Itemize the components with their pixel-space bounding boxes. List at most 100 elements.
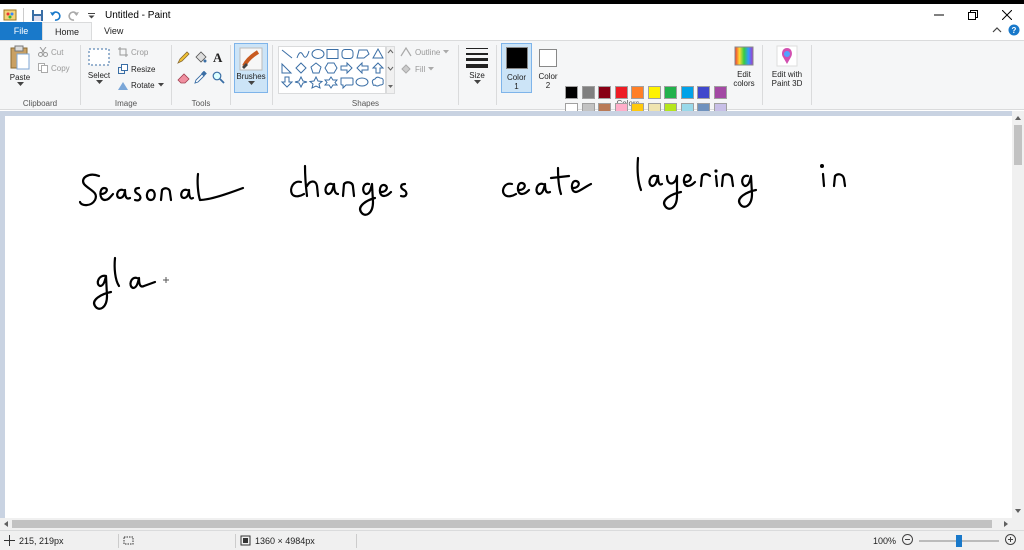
vertical-scrollbar-thumb[interactable] [1014, 125, 1022, 165]
eraser-icon[interactable] [177, 71, 190, 86]
size-label: Size [469, 71, 485, 80]
color2-label: Color [538, 72, 558, 81]
collapse-ribbon-icon[interactable] [992, 25, 1002, 37]
zoom-slider-thumb[interactable] [956, 534, 962, 547]
color1-label: Color [506, 73, 527, 82]
shapes-gallery[interactable] [278, 46, 386, 94]
vertical-scrollbar[interactable] [1012, 111, 1024, 518]
palette-color-swatch[interactable] [647, 86, 661, 99]
cut-button[interactable]: Cut [38, 47, 63, 57]
selection-size-icon [123, 536, 134, 545]
outline-button[interactable]: Outline [400, 47, 450, 57]
crosshair-icon [4, 535, 15, 546]
brushes-button[interactable]: Brushes [234, 43, 268, 93]
handwriting-drawing [78, 156, 847, 310]
copy-icon [38, 63, 48, 73]
edit-colors-button[interactable]: Edit colors [729, 45, 759, 88]
cursor-position: 215, 219px [0, 531, 118, 550]
zoom-level: 100% [872, 535, 896, 546]
image-size: 1360 × 4984px [236, 531, 356, 550]
tab-view[interactable]: View [92, 22, 135, 40]
fill-bucket-icon[interactable] [194, 51, 207, 66]
palette-color-swatch[interactable] [697, 86, 710, 99]
shape-rectangle [326, 49, 339, 59]
paste-button[interactable]: Paste [6, 45, 34, 87]
line-size-icon [466, 48, 488, 68]
shape-triangle [372, 47, 384, 59]
shape-hexagon [324, 62, 338, 74]
color1-button[interactable]: Color 1 [501, 43, 532, 93]
paint3d-label-2: Paint 3D [771, 79, 803, 88]
color2-button[interactable]: Color 2 [534, 43, 562, 93]
brush-icon [239, 47, 263, 71]
palette-color-swatch[interactable] [631, 86, 644, 99]
shape-cloud-callout [371, 76, 384, 87]
resize-button[interactable]: Resize [118, 64, 155, 74]
pen-cursor [163, 277, 169, 283]
zoom-in-icon[interactable] [1005, 534, 1016, 547]
help-icon[interactable]: ? [1008, 24, 1020, 38]
crop-label: Crop [131, 47, 149, 57]
color2-swatch [539, 49, 557, 67]
zoom-slider[interactable] [919, 534, 999, 547]
tab-file[interactable]: File [0, 22, 42, 40]
shape-four-point-star [294, 75, 308, 89]
edit-colors-label-1: Edit [737, 70, 751, 79]
paste-label: Paste [9, 73, 31, 82]
edit-with-paint3d-button[interactable]: Edit with Paint 3D [767, 45, 807, 88]
shape-rounded-callout [340, 77, 354, 90]
rotate-button[interactable]: Rotate [118, 80, 164, 90]
save-icon[interactable] [29, 7, 45, 23]
select-icon [88, 48, 110, 66]
palette-color-swatch[interactable] [664, 86, 677, 99]
shape-right-triangle [281, 62, 293, 74]
copy-button[interactable]: Copy [38, 63, 70, 73]
tab-home[interactable]: Home [42, 22, 93, 40]
chevron-down-icon [16, 82, 24, 86]
canvas-workspace [0, 111, 1012, 518]
select-button[interactable]: Select [85, 45, 113, 85]
palette-color-swatch[interactable] [713, 86, 727, 99]
scroll-down-icon [1015, 509, 1021, 513]
ribbon: Paste Cut Copy Clipboard Select Crop Res… [0, 40, 1024, 132]
zoom-control: 100% [873, 534, 1016, 547]
horizontal-scrollbar[interactable] [0, 518, 1012, 530]
drawing-canvas[interactable] [5, 116, 1012, 518]
edit-colors-label-2: colors [733, 79, 755, 88]
undo-icon[interactable] [47, 7, 63, 23]
palette-color-swatch[interactable] [614, 86, 628, 99]
shape-line [281, 49, 293, 59]
dot-i-layering [714, 169, 718, 173]
redo-icon[interactable] [65, 7, 81, 23]
image-group: Select Crop Resize Rotate Image [81, 41, 171, 110]
shapes-gallery-scrollbar[interactable] [386, 46, 395, 94]
color-picker-icon[interactable] [194, 70, 207, 86]
paint-app-icon[interactable] [2, 7, 18, 23]
palette-color-swatch[interactable] [598, 86, 611, 99]
horizontal-scrollbar-thumb[interactable] [12, 520, 992, 528]
paint3d-label-1: Edit with [771, 70, 803, 79]
fill-button[interactable]: Fill [400, 64, 435, 74]
shape-left-arrow [356, 61, 369, 75]
pencil-icon[interactable] [177, 51, 190, 66]
shape-oval [311, 49, 325, 59]
tools-group-label: Tools [191, 99, 211, 108]
paste-icon [10, 45, 30, 70]
palette-color-swatch[interactable] [581, 86, 595, 99]
clipboard-group: Paste Cut Copy Clipboard [0, 41, 80, 110]
size-button[interactable]: Size [463, 45, 491, 85]
cursor-position-text: 215, 219px [19, 535, 64, 546]
image-group-label: Image [114, 99, 138, 108]
customize-toolbar-icon[interactable] [83, 7, 99, 23]
text-tool-icon[interactable]: A [212, 50, 225, 66]
zoom-out-icon[interactable] [902, 534, 913, 547]
dot-i-in [820, 164, 824, 168]
cut-label: Cut [51, 47, 64, 57]
rotate-icon [118, 82, 128, 90]
palette-color-swatch[interactable] [565, 86, 578, 99]
color1-number: 1 [514, 82, 519, 91]
palette-color-swatch[interactable] [680, 86, 694, 99]
scroll-left-icon [4, 521, 8, 527]
magnifier-icon[interactable] [212, 71, 225, 86]
crop-button[interactable]: Crop [118, 47, 148, 57]
